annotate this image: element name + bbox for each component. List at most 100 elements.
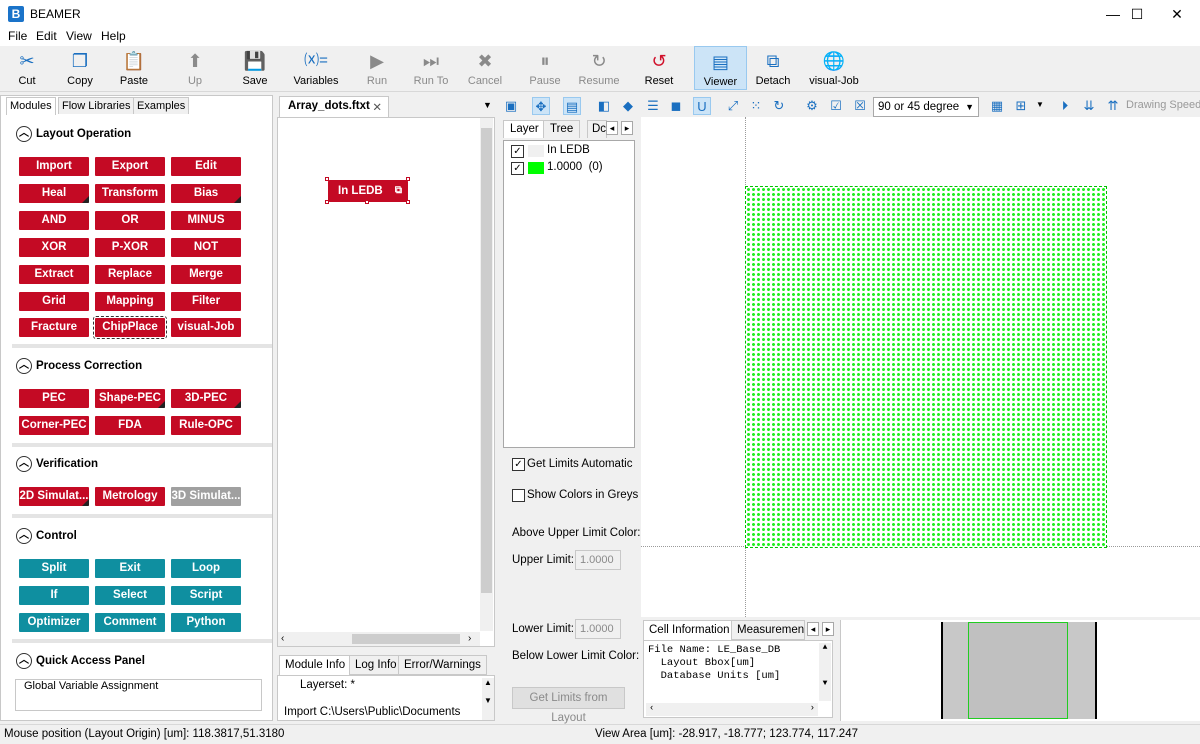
tab-cell-information[interactable]: Cell Information bbox=[643, 620, 736, 640]
cancel-button[interactable]: ✖ Cancel bbox=[464, 46, 506, 90]
close-tab-icon[interactable]: ✕ bbox=[372, 100, 382, 114]
selection-handle[interactable] bbox=[365, 200, 369, 204]
grid-dots-icon[interactable]: ⁙ bbox=[747, 97, 765, 115]
cut-button[interactable]: ✂ Cut bbox=[8, 46, 46, 90]
selection-handle[interactable] bbox=[406, 177, 410, 181]
stack-icon[interactable]: ◼ bbox=[667, 97, 685, 115]
module-filter[interactable]: Filter bbox=[171, 292, 241, 311]
tab-modules[interactable]: Modules bbox=[6, 97, 56, 115]
u-shape-icon[interactable]: U bbox=[693, 97, 711, 115]
module-heal[interactable]: Heal bbox=[19, 184, 89, 203]
module-corner-pec[interactable]: Corner-PEC bbox=[19, 416, 89, 435]
module-and[interactable]: AND bbox=[19, 211, 89, 230]
speed-up-icon[interactable]: ⇈ bbox=[1104, 97, 1122, 115]
save-button[interactable]: 💾 Save bbox=[236, 46, 274, 90]
module-replace[interactable]: Replace bbox=[95, 265, 165, 284]
module-chipplace[interactable]: ChipPlace bbox=[93, 316, 167, 339]
module-minus[interactable]: MINUS bbox=[171, 211, 241, 230]
module-mapping[interactable]: Mapping bbox=[95, 292, 165, 311]
module-select[interactable]: Select bbox=[95, 586, 165, 605]
cell-info-hscrollbar[interactable]: ‹ › bbox=[646, 703, 818, 716]
module-visual-job[interactable]: visual-Job bbox=[171, 318, 241, 337]
play-view-icon[interactable]: ⏵ bbox=[1056, 97, 1074, 115]
upper-limit-input[interactable]: 1.0000 bbox=[575, 550, 621, 570]
module-not[interactable]: NOT bbox=[171, 238, 241, 257]
module-2d-simulation[interactable]: 2D Simulat... bbox=[19, 487, 89, 506]
fill-icon[interactable]: ◆ bbox=[619, 97, 637, 115]
layer-1-checkbox[interactable]: ✓ bbox=[511, 162, 524, 175]
tab-measurement[interactable]: Measurement bbox=[731, 620, 805, 640]
angle-select[interactable]: 90 or 45 degree ▼ bbox=[873, 97, 979, 117]
check-icon[interactable]: ☑ bbox=[827, 97, 845, 115]
module-pec[interactable]: PEC bbox=[19, 389, 89, 408]
resume-button[interactable]: ↻ Resume bbox=[576, 46, 622, 90]
module-export[interactable]: Export bbox=[95, 157, 165, 176]
tab-scroll-right-icon[interactable]: ▸ bbox=[822, 622, 834, 636]
scroll-right-icon[interactable]: › bbox=[468, 633, 471, 644]
selection-handle[interactable] bbox=[406, 200, 410, 204]
up-button[interactable]: ⬆ Up bbox=[178, 46, 212, 90]
reset-button[interactable]: ↺ Reset bbox=[640, 46, 678, 90]
cell-info-scrollbar[interactable]: ▲ ▼ bbox=[819, 643, 831, 701]
flow-horizontal-scroll-thumb[interactable] bbox=[352, 634, 460, 644]
module-loop[interactable]: Loop bbox=[171, 559, 241, 578]
fit-icon[interactable]: ⤢ bbox=[724, 97, 742, 115]
get-limits-automatic-checkbox[interactable]: ✓ bbox=[512, 458, 525, 471]
tab-examples[interactable]: Examples bbox=[133, 97, 190, 114]
get-limits-from-layout-button[interactable]: Get Limits from Layout bbox=[512, 687, 625, 724]
run-to-button[interactable]: ⏭ Run To bbox=[410, 46, 452, 90]
chevron-down-icon[interactable]: ▼ bbox=[1036, 100, 1044, 109]
close-button[interactable]: ✕ bbox=[1154, 0, 1200, 28]
module-transform[interactable]: Transform bbox=[95, 184, 165, 203]
module-shape-pec[interactable]: Shape-PEC bbox=[95, 389, 165, 408]
selection-handle[interactable] bbox=[325, 177, 329, 181]
module-bias[interactable]: Bias bbox=[171, 184, 241, 203]
grid-options-icon[interactable]: ⊞ bbox=[1012, 97, 1030, 115]
pan-icon[interactable]: ✥ bbox=[532, 97, 550, 115]
scroll-left-icon[interactable]: ‹ bbox=[281, 633, 284, 644]
module-rule-opc[interactable]: Rule-OPC bbox=[171, 416, 241, 435]
tab-scroll-left-icon[interactable]: ◂ bbox=[807, 622, 819, 636]
flow-vertical-scroll-thumb[interactable] bbox=[481, 128, 492, 593]
show-colors-in-greys-checkbox[interactable] bbox=[512, 489, 525, 502]
module-if[interactable]: If bbox=[19, 586, 89, 605]
tab-array-dots[interactable]: Array_dots.ftxt ✕ bbox=[279, 96, 389, 117]
visual-job-button[interactable]: 🌐 visual-Job bbox=[808, 46, 860, 90]
tab-error-warnings[interactable]: Error/Warnings bbox=[398, 655, 487, 675]
refresh-icon[interactable]: ↻ bbox=[770, 97, 788, 115]
tab-dropdown-icon[interactable]: ▼ bbox=[483, 100, 492, 110]
copy-button[interactable]: ❐ Copy bbox=[60, 46, 100, 90]
tab-scroll-left-icon[interactable]: ◂ bbox=[606, 121, 618, 135]
tab-dc[interactable]: Dc bbox=[587, 120, 607, 138]
module-script[interactable]: Script bbox=[171, 586, 241, 605]
dot-array-layout[interactable] bbox=[745, 186, 1107, 548]
module-or[interactable]: OR bbox=[95, 211, 165, 230]
module-fracture[interactable]: Fracture bbox=[19, 318, 89, 337]
menu-help[interactable]: Help bbox=[101, 29, 126, 43]
cell-icon[interactable]: ⚙ bbox=[803, 97, 821, 115]
module-grid[interactable]: Grid bbox=[19, 292, 89, 311]
module-metrology[interactable]: Metrology bbox=[95, 487, 165, 506]
info-scrollbar[interactable]: ▲ ▼ bbox=[482, 678, 494, 720]
flow-node-in-ledb[interactable]: In LEDB ⧉ bbox=[328, 180, 408, 202]
section-layout-operation[interactable]: ︿ Layout Operation bbox=[16, 126, 131, 146]
uncheck-icon[interactable]: ☒ bbox=[851, 97, 869, 115]
section-process-correction[interactable]: ︿ Process Correction bbox=[16, 358, 142, 378]
module-edit[interactable]: Edit bbox=[171, 157, 241, 176]
module-p-xor[interactable]: P-XOR bbox=[95, 238, 165, 257]
save-view-icon[interactable]: ▣ bbox=[502, 97, 520, 115]
section-quick-access[interactable]: ︿ Quick Access Panel bbox=[16, 653, 145, 673]
speed-down-icon[interactable]: ⇊ bbox=[1080, 97, 1098, 115]
module-exit[interactable]: Exit bbox=[95, 559, 165, 578]
detach-button[interactable]: ⧉ Detach bbox=[752, 46, 794, 90]
selection-handle[interactable] bbox=[325, 200, 329, 204]
menu-file[interactable]: File bbox=[8, 29, 27, 43]
section-control[interactable]: ︿ Control bbox=[16, 528, 77, 548]
tab-tree[interactable]: Tree bbox=[543, 120, 581, 138]
viewer-button[interactable]: ▤ Viewer bbox=[694, 46, 747, 90]
module-3d-pec[interactable]: 3D-PEC bbox=[171, 389, 241, 408]
module-python[interactable]: Python bbox=[171, 613, 241, 632]
paste-button[interactable]: 📋 Paste bbox=[113, 46, 155, 90]
variables-button[interactable]: ⒳= Variables bbox=[290, 46, 342, 90]
module-optimizer[interactable]: Optimizer bbox=[19, 613, 89, 632]
